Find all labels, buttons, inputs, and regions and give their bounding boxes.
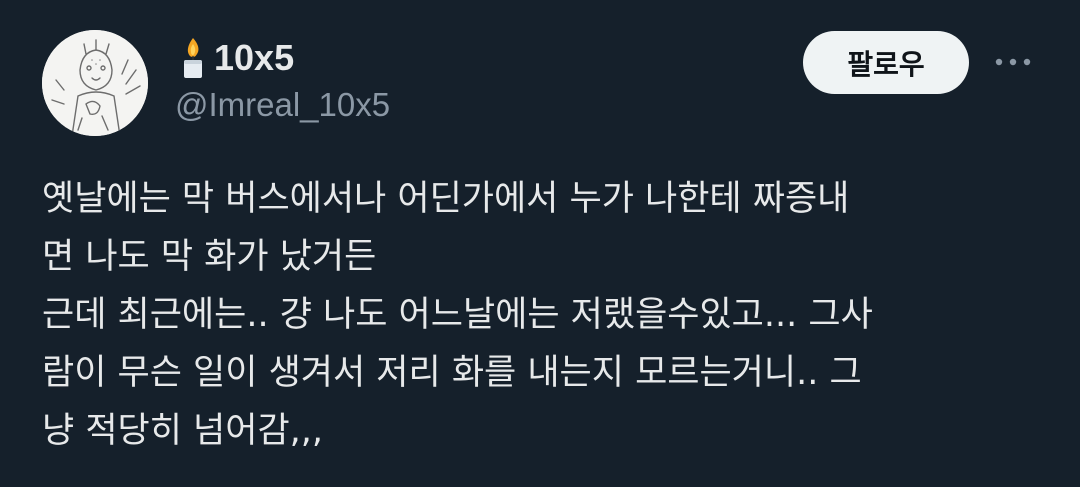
avatar-sketch-image — [42, 30, 148, 136]
tweet-text: 옛날에는 막 버스에서나 어딘가에서 누가 나한테 짜증내 면 나도 막 화가 … — [42, 170, 1042, 460]
tweet-line: 냥 적당히 넘어감,,, — [42, 411, 324, 451]
candle-icon — [178, 36, 208, 80]
tweet-line: 람이 무슨 일이 생겨서 저리 화를 내는지 모르는거니.. 그 — [42, 353, 862, 393]
tweet-line: 면 나도 막 화가 났거든 — [42, 237, 377, 277]
display-name: 10x5 — [214, 37, 295, 78]
tweet-line: 옛날에는 막 버스에서나 어딘가에서 누가 나한테 짜증내 — [42, 179, 850, 219]
follow-button[interactable]: 팔로우 — [803, 31, 969, 94]
avatar[interactable] — [42, 30, 148, 136]
user-handle[interactable]: @Imreal_10x5 — [175, 86, 390, 124]
display-name-row[interactable]: 10x5 — [178, 34, 294, 82]
tweet-line: 근데 최근에는.. 걍 나도 어느날에는 저랬을수있고... 그사 — [42, 295, 873, 335]
more-icon[interactable] — [990, 52, 1036, 72]
